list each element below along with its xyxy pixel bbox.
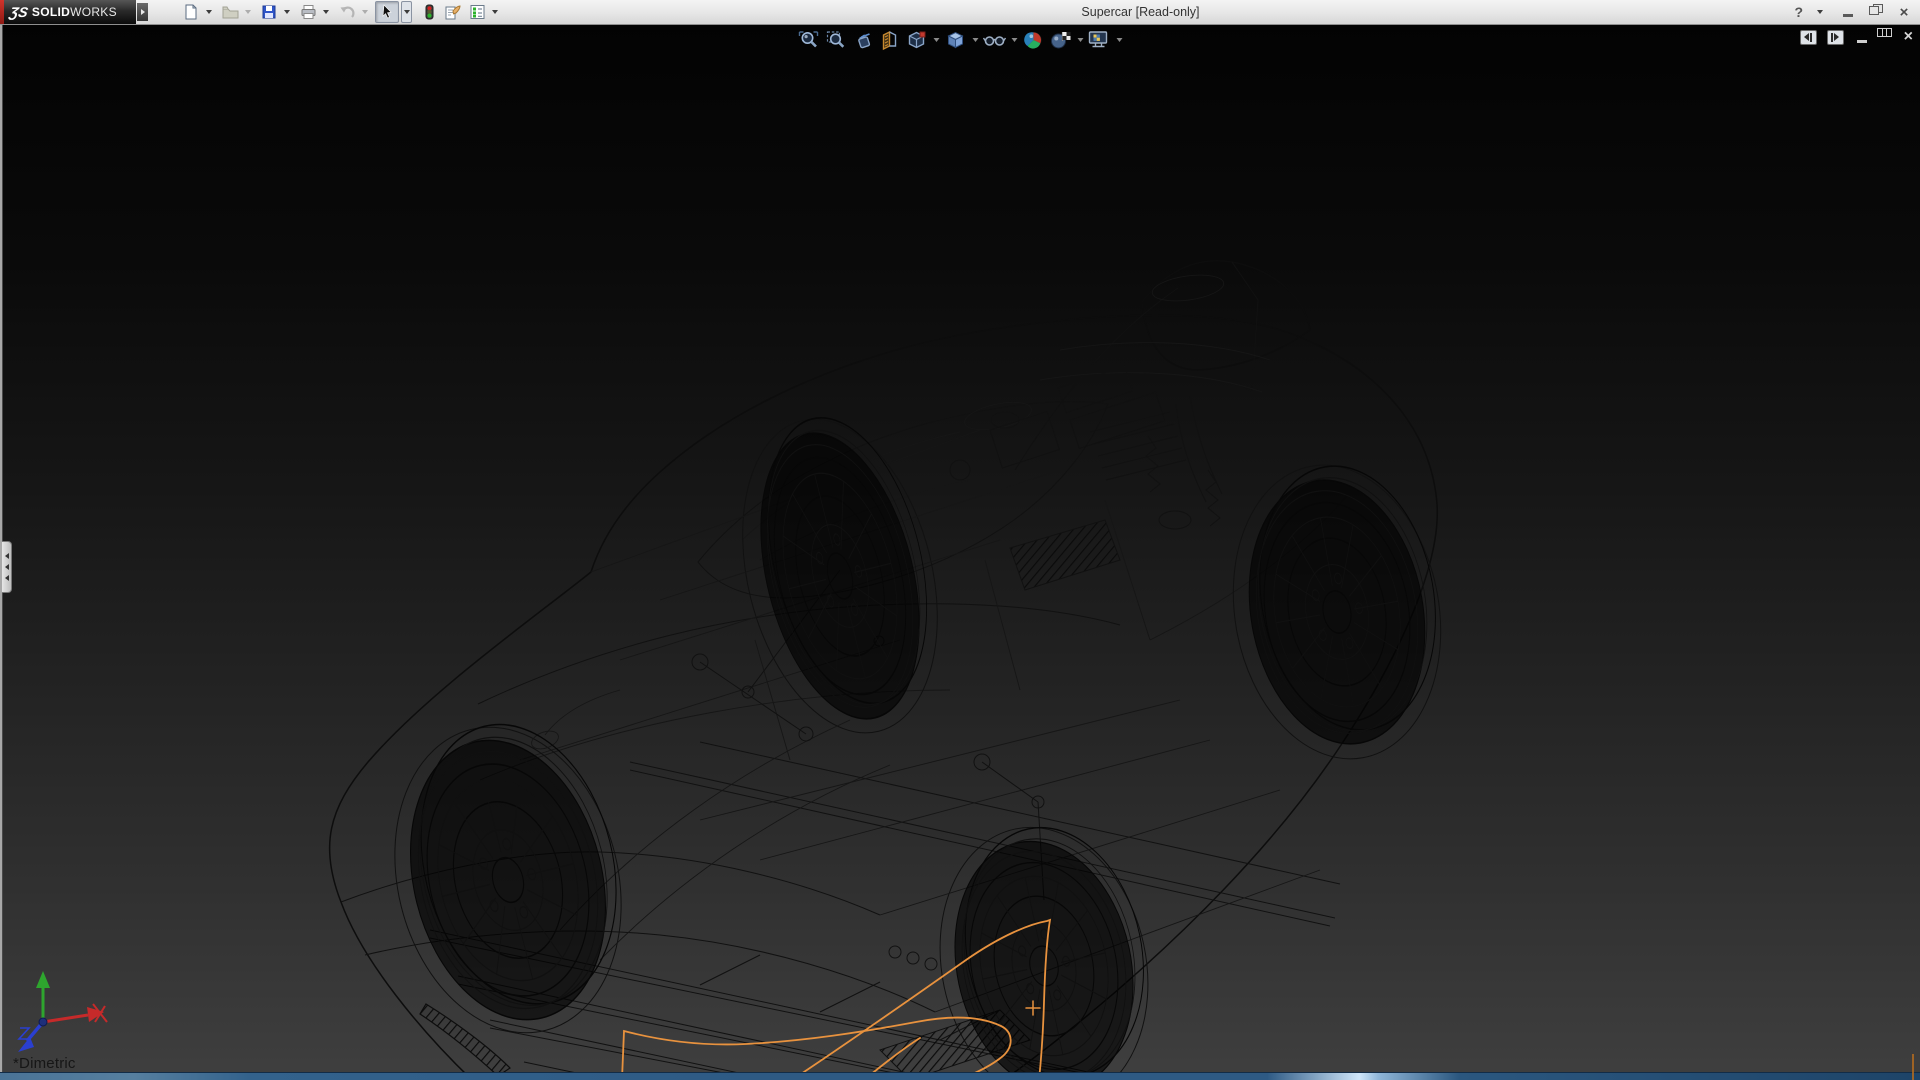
heads-up-view-toolbar bbox=[797, 28, 1124, 52]
triad-y-axis bbox=[36, 971, 50, 988]
restore-icon bbox=[1871, 3, 1881, 21]
view-settings-icon bbox=[1088, 29, 1112, 51]
section-view-icon bbox=[879, 29, 901, 51]
app-icon bbox=[0, 0, 4, 24]
title-bar: ƷS SOLIDWORKS bbox=[0, 0, 1920, 25]
wheel-front-left[interactable] bbox=[379, 704, 647, 1041]
apply-scene-icon bbox=[1049, 29, 1073, 51]
minimize-button[interactable] bbox=[1840, 4, 1856, 20]
save-button[interactable] bbox=[258, 2, 280, 22]
edit-appearance-button[interactable] bbox=[1022, 28, 1046, 52]
apply-scene-dropdown[interactable] bbox=[1076, 28, 1085, 52]
open-button[interactable] bbox=[219, 2, 241, 22]
solidworks-logo-text-light: WORKS bbox=[70, 5, 117, 19]
solidworks-logo-text-bold: SOLID bbox=[32, 5, 70, 19]
minimize-icon bbox=[1857, 40, 1867, 43]
new-document-dropdown[interactable] bbox=[204, 2, 213, 22]
model-wireframe[interactable] bbox=[330, 261, 1464, 1080]
document-restore-button[interactable] bbox=[1880, 30, 1894, 44]
traffic-light-icon bbox=[422, 4, 437, 20]
select-cursor-icon bbox=[380, 4, 395, 20]
display-style-icon bbox=[945, 29, 967, 51]
save-icon bbox=[261, 4, 277, 20]
zoom-to-fit-icon bbox=[798, 29, 820, 51]
solidworks-logo-mark: ƷS bbox=[8, 4, 29, 20]
undo-dropdown[interactable] bbox=[360, 2, 369, 22]
document-minimize-button[interactable] bbox=[1854, 29, 1870, 45]
select-tool-dropdown[interactable] bbox=[401, 1, 412, 23]
undo-icon bbox=[339, 4, 356, 20]
options-checklist-icon bbox=[469, 4, 486, 20]
zoom-to-area-button[interactable] bbox=[824, 28, 848, 52]
rebuild-button[interactable] bbox=[418, 2, 440, 22]
view-orientation-label: *Dimetric bbox=[13, 1055, 76, 1072]
options-button[interactable] bbox=[466, 2, 488, 22]
view-orientation-dropdown[interactable] bbox=[932, 28, 941, 52]
document-close-button[interactable]: × bbox=[1904, 29, 1913, 45]
next-pane-button[interactable] bbox=[1827, 30, 1844, 45]
undo-button[interactable] bbox=[336, 2, 358, 22]
open-dropdown[interactable] bbox=[243, 2, 252, 22]
view-orientation-icon bbox=[906, 29, 928, 51]
display-style-dropdown[interactable] bbox=[971, 28, 980, 52]
print-dropdown[interactable] bbox=[321, 2, 330, 22]
status-bar-marker bbox=[1912, 1054, 1914, 1080]
collapse-arrow-icon bbox=[5, 575, 9, 581]
pane-left-arrow-icon bbox=[1804, 33, 1809, 41]
new-document-icon bbox=[183, 4, 199, 20]
print-icon bbox=[300, 4, 317, 20]
solidworks-window: ƷS SOLIDWORKS bbox=[0, 0, 1920, 1080]
window-controls: ? × bbox=[1794, 0, 1912, 24]
feature-manager-splitter-handle[interactable] bbox=[2, 541, 12, 593]
pane-right-arrow-icon bbox=[1834, 33, 1839, 41]
previous-view-button[interactable] bbox=[851, 28, 875, 52]
apply-scene-button[interactable] bbox=[1049, 28, 1073, 52]
view-orientation-button[interactable] bbox=[905, 28, 929, 52]
main-toolbar bbox=[180, 1, 503, 23]
viewport-3d[interactable] bbox=[0, 0, 1920, 1080]
collapse-arrow-icon bbox=[5, 564, 9, 570]
file-properties-button[interactable] bbox=[442, 2, 464, 22]
view-settings-dropdown[interactable] bbox=[1115, 28, 1124, 52]
document-window-controls: × bbox=[1800, 29, 1913, 45]
zoom-to-area-icon bbox=[825, 29, 847, 51]
open-folder-icon bbox=[222, 4, 239, 20]
edit-appearance-icon bbox=[1023, 29, 1045, 51]
flyout-arrow-icon bbox=[141, 9, 145, 15]
select-tool-button[interactable] bbox=[375, 1, 399, 23]
help-dropdown[interactable] bbox=[1815, 2, 1824, 22]
zoom-to-fit-button[interactable] bbox=[797, 28, 821, 52]
print-button[interactable] bbox=[297, 2, 319, 22]
orientation-triad[interactable] bbox=[18, 971, 107, 1052]
close-icon: × bbox=[1900, 5, 1909, 20]
collapse-arrow-icon bbox=[5, 553, 9, 559]
previous-view-icon bbox=[852, 29, 874, 51]
save-dropdown[interactable] bbox=[282, 2, 291, 22]
minimize-icon bbox=[1843, 14, 1853, 17]
section-view-button[interactable] bbox=[878, 28, 902, 52]
previous-pane-button[interactable] bbox=[1800, 30, 1817, 45]
restore-button[interactable] bbox=[1868, 4, 1884, 20]
menu-flyout-button[interactable] bbox=[137, 3, 148, 21]
solidworks-logo: ƷS SOLIDWORKS bbox=[0, 0, 136, 24]
close-button[interactable]: × bbox=[1896, 4, 1912, 20]
help-button[interactable]: ? bbox=[1794, 4, 1803, 20]
hide-show-items-button[interactable] bbox=[983, 28, 1007, 52]
hide-show-items-dropdown[interactable] bbox=[1010, 28, 1019, 52]
hide-show-items-glasses-icon bbox=[983, 29, 1007, 51]
status-bar-edge bbox=[0, 1072, 1920, 1080]
new-document-button[interactable] bbox=[180, 2, 202, 22]
window-title: Supercar [Read-only] bbox=[1081, 5, 1199, 19]
display-style-button[interactable] bbox=[944, 28, 968, 52]
options-dropdown[interactable] bbox=[490, 2, 499, 22]
view-settings-button[interactable] bbox=[1088, 28, 1112, 52]
file-properties-icon bbox=[444, 4, 462, 20]
